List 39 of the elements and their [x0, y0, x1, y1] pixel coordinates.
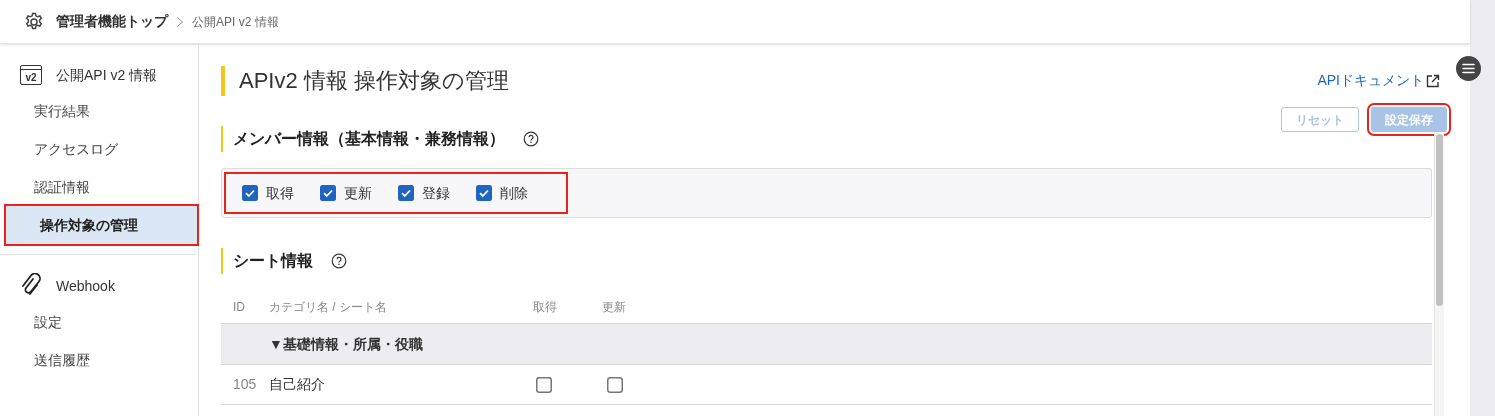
settings-icon	[24, 11, 44, 32]
checkbox-label: 削除	[500, 183, 528, 203]
chevron-icon	[176, 15, 184, 28]
column-header: 取得	[532, 298, 558, 316]
menu-button[interactable]	[1456, 56, 1481, 81]
sidebar-item[interactable]: 送信履歴	[0, 341, 198, 379]
checkbox[interactable]	[242, 185, 258, 201]
checkbox-label: 登録	[422, 183, 450, 203]
page-title: APIv2 情報 操作対象の管理	[239, 67, 509, 95]
scrollbar-thumb[interactable]	[1436, 134, 1443, 306]
help-icon[interactable]	[523, 131, 539, 147]
checkbox[interactable]	[607, 376, 623, 393]
sidebar-section-title[interactable]: Webhook	[56, 275, 115, 297]
checkbox[interactable]	[476, 185, 492, 201]
column-header: 更新	[601, 298, 627, 316]
section-title: メンバー情報（基本情報・兼務情報）	[233, 129, 505, 149]
sidebar-item[interactable]: アクセスログ	[0, 130, 198, 168]
sidebar-item[interactable]: 認証情報	[0, 168, 198, 206]
api-version-icon: v2	[20, 65, 42, 85]
breadcrumb-current: 公開API v2 情報	[192, 13, 279, 31]
checkbox[interactable]	[536, 376, 552, 393]
sidebar-item[interactable]: 設定	[0, 303, 198, 341]
column-header: ID	[232, 298, 246, 316]
sidebar-section-title[interactable]: 公開API v2 情報	[56, 64, 158, 86]
section-title: シート情報	[233, 251, 313, 271]
checkbox[interactable]	[320, 185, 336, 201]
checkbox-label: 更新	[344, 183, 372, 203]
sidebar-item[interactable]: 実行結果	[0, 92, 198, 130]
breadcrumb-link[interactable]: 管理者機能トップ	[56, 11, 168, 32]
sidebar-item[interactable]: 操作対象の管理	[6, 206, 197, 244]
api-document-link[interactable]: APIドキュメント	[1317, 70, 1440, 91]
sheet-name: 自己紹介	[269, 375, 326, 394]
checkbox[interactable]	[398, 185, 414, 201]
column-header: カテゴリ名 / シート名	[269, 298, 388, 316]
checkbox-label: 取得	[266, 183, 294, 203]
external-link-icon	[1426, 73, 1440, 88]
help-icon[interactable]	[331, 253, 347, 269]
row-id: 105	[232, 375, 258, 394]
category-name[interactable]: ▼基礎情報・所属・役職	[269, 333, 423, 355]
